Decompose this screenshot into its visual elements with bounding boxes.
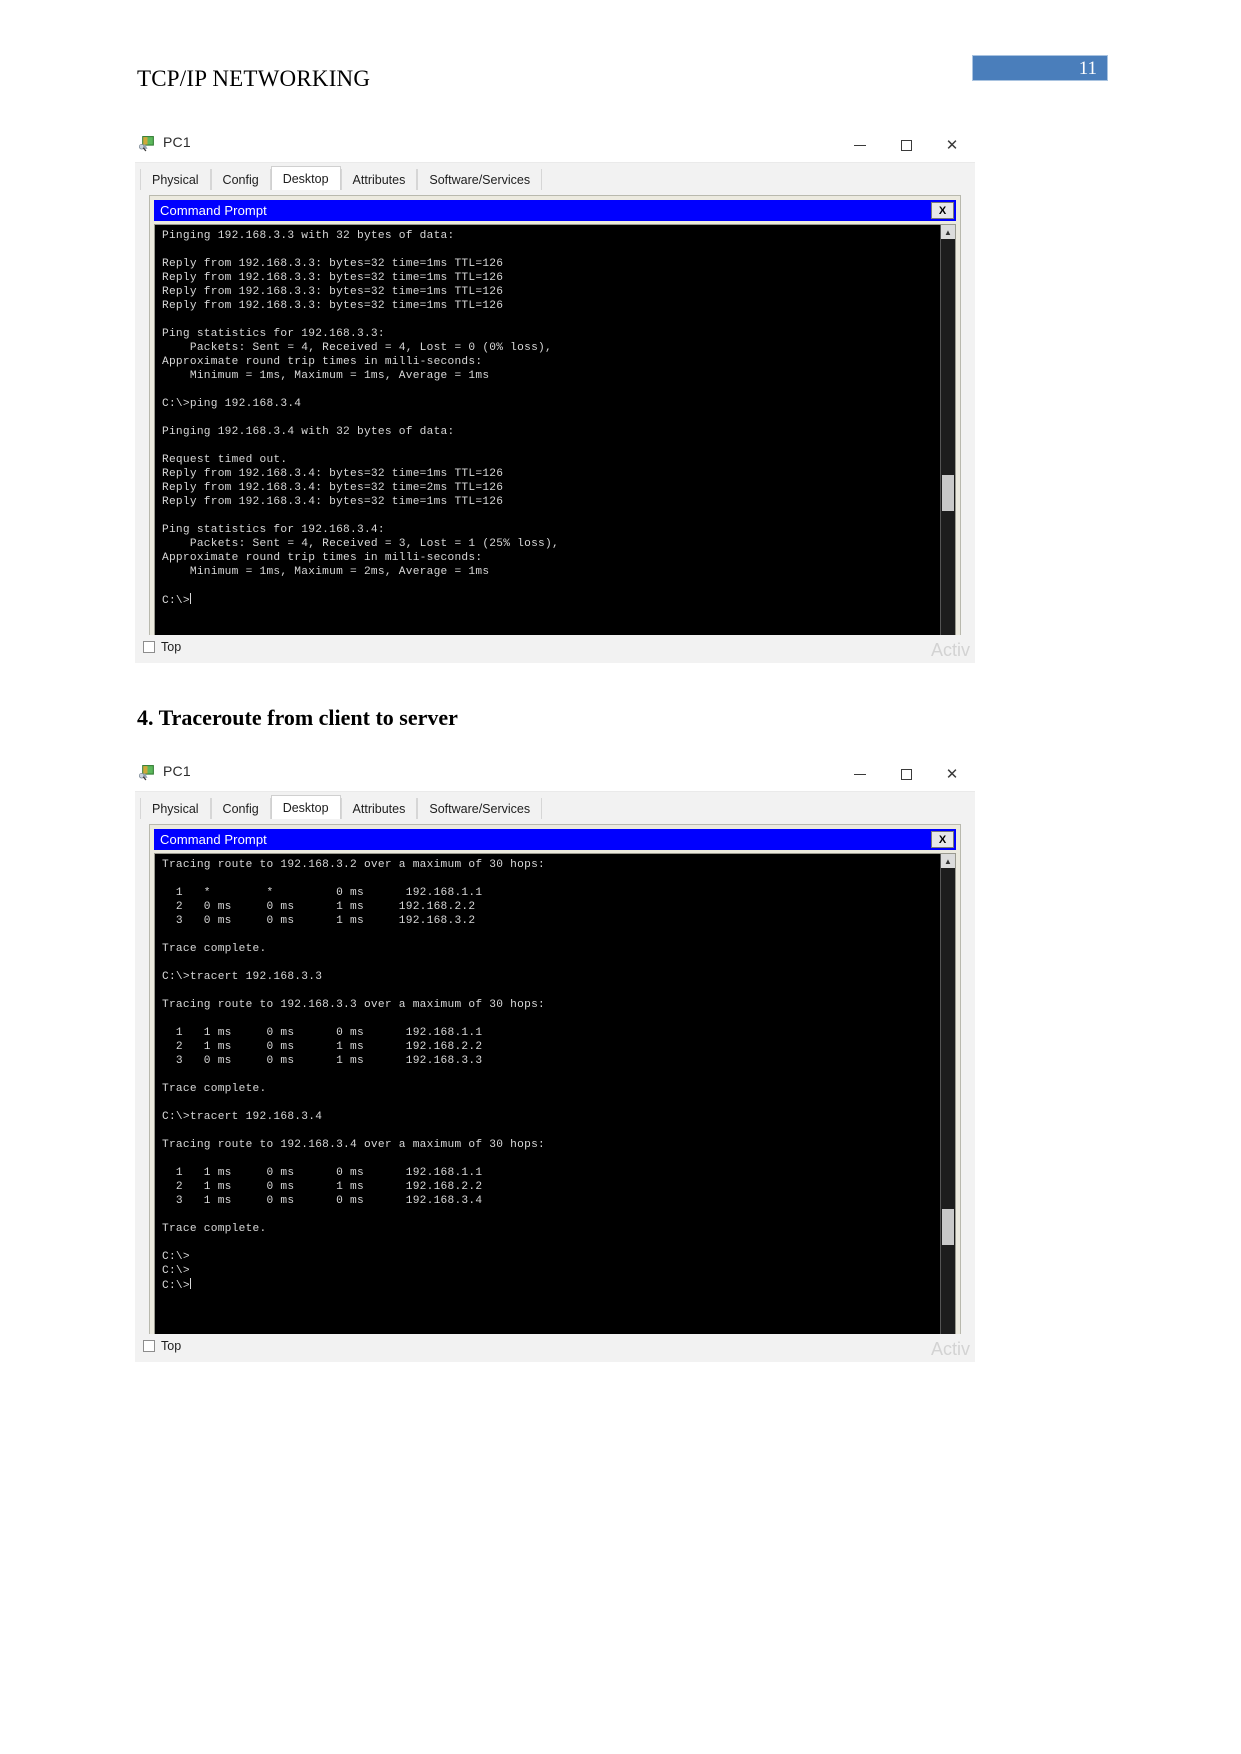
tab-config[interactable]: Config: [210, 169, 271, 190]
minimize-button[interactable]: [837, 757, 883, 791]
tab-physical[interactable]: Physical: [140, 169, 211, 190]
section-heading: 4. Traceroute from client to server: [137, 705, 458, 730]
window-title: PC1: [163, 763, 191, 779]
tab-label: Attributes: [352, 172, 406, 187]
tab-config[interactable]: Config: [210, 798, 271, 819]
page-number-text: 11: [1078, 58, 1097, 79]
command-prompt-titlebar: Command Prompt X: [154, 200, 956, 221]
tab-label: Physical: [152, 801, 199, 816]
close-icon[interactable]: ✕: [929, 757, 975, 791]
terminal-scrollbar[interactable]: ▲ ▼: [940, 854, 955, 1348]
tab-physical[interactable]: Physical: [140, 798, 211, 819]
tab-label: Software/Services: [429, 801, 531, 816]
activate-windows-watermark: Activ: [931, 640, 971, 660]
page-title: TCP/IP NETWORKING: [137, 66, 371, 91]
top-checkbox-label: Top: [161, 640, 182, 654]
tab-label: Software/Services: [429, 172, 531, 187]
command-prompt-titlebar: Command Prompt X: [154, 829, 956, 850]
window-bottom-bar: Top Activ: [135, 1334, 975, 1362]
scrollbar-thumb[interactable]: [942, 475, 954, 511]
tab-label: Desktop: [282, 800, 329, 815]
scroll-up-icon[interactable]: ▲: [941, 854, 955, 868]
scroll-up-icon[interactable]: ▲: [941, 225, 955, 239]
tab-desktop[interactable]: Desktop: [270, 166, 341, 190]
tab-label: Config: [222, 801, 259, 816]
top-checkbox-label: Top: [161, 1339, 182, 1353]
pc-device-icon: [139, 765, 154, 781]
minimize-button[interactable]: [837, 128, 883, 162]
tab-attributes[interactable]: Attributes: [340, 798, 418, 819]
terminal-output: Tracing route to 192.168.3.2 over a maxi…: [162, 859, 545, 1292]
top-checkbox-wrapper[interactable]: Top: [143, 640, 181, 654]
terminal-area[interactable]: Tracing route to 192.168.3.2 over a maxi…: [154, 853, 956, 1349]
terminal-scrollbar[interactable]: ▲ ▼: [940, 225, 955, 649]
top-checkbox[interactable]: [143, 641, 155, 653]
window-controls: ✕: [837, 757, 975, 791]
tabstrip: Physical Config Desktop Attributes Softw…: [140, 166, 970, 190]
command-prompt-title: Command Prompt: [160, 832, 267, 847]
tab-software-services[interactable]: Software/Services: [417, 169, 543, 190]
close-icon[interactable]: ✕: [929, 128, 975, 162]
tab-label: Desktop: [282, 171, 329, 186]
command-prompt-close-button[interactable]: X: [931, 202, 954, 219]
tab-label: Physical: [152, 172, 199, 187]
window-controls: ✕: [837, 128, 975, 162]
tab-software-services[interactable]: Software/Services: [417, 798, 543, 819]
window-body: Physical Config Desktop Attributes Softw…: [135, 791, 975, 1362]
pc-device-icon: [139, 136, 154, 152]
window-titlebar: PC1 ✕: [135, 757, 975, 791]
desktop-panel: Command Prompt X Tracing route to 192.16…: [149, 824, 961, 1354]
terminal-cursor: [189, 1278, 191, 1289]
activate-windows-watermark: Activ: [931, 1339, 971, 1359]
command-prompt-close-button[interactable]: X: [931, 831, 954, 848]
pc1-window-ping: PC1 ✕ Physical Config Desktop Attributes…: [135, 128, 975, 663]
tab-attributes[interactable]: Attributes: [340, 169, 418, 190]
scrollbar-thumb[interactable]: [942, 1209, 954, 1245]
tab-desktop[interactable]: Desktop: [270, 795, 341, 819]
command-prompt-title: Command Prompt: [160, 203, 267, 218]
page-number-badge: 11: [972, 55, 1108, 81]
terminal-output: Pinging 192.168.3.3 with 32 bytes of dat…: [162, 230, 559, 607]
terminal-cursor: [189, 593, 191, 604]
maximize-button[interactable]: [883, 128, 929, 162]
terminal-area[interactable]: Pinging 192.168.3.3 with 32 bytes of dat…: [154, 224, 956, 650]
top-checkbox[interactable]: [143, 1340, 155, 1352]
tab-label: Config: [222, 172, 259, 187]
tabstrip: Physical Config Desktop Attributes Softw…: [140, 795, 970, 819]
pc1-window-traceroute: PC1 ✕ Physical Config Desktop Attributes…: [135, 757, 975, 1362]
window-bottom-bar: Top Activ: [135, 635, 975, 663]
desktop-panel: Command Prompt X Pinging 192.168.3.3 wit…: [149, 195, 961, 655]
window-titlebar: PC1 ✕: [135, 128, 975, 162]
tab-label: Attributes: [352, 801, 406, 816]
maximize-button[interactable]: [883, 757, 929, 791]
window-title: PC1: [163, 134, 191, 150]
window-body: Physical Config Desktop Attributes Softw…: [135, 162, 975, 663]
top-checkbox-wrapper[interactable]: Top: [143, 1339, 181, 1353]
